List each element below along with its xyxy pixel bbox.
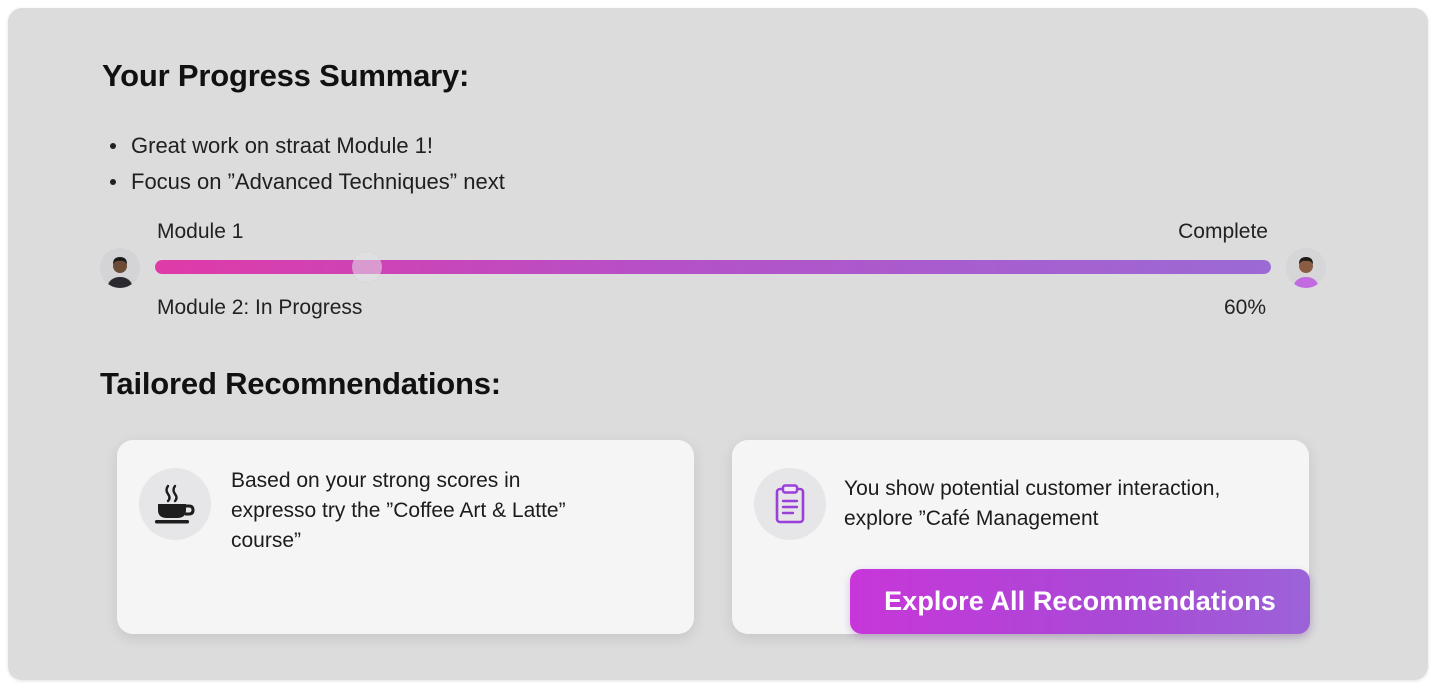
progress-percent: 60%: [1223, 296, 1266, 319]
card-text-line: course”: [231, 529, 302, 552]
card-text: You show potential customer interaction,…: [844, 474, 1220, 534]
card-icon-circle: [139, 468, 211, 540]
card-text-line: expresso try the ”Coffee Art & Latte”: [231, 499, 566, 522]
module-1-label: Module 1: [157, 220, 244, 243]
person-icon: [100, 248, 140, 288]
note-text: Great work on straat Module 1!: [131, 133, 434, 158]
module-2-status: Module 2: In Progress: [157, 296, 363, 319]
card-text-line: Based on your strong scores in: [231, 469, 521, 492]
recommendations-heading: Tailored Recomnendations:: [100, 366, 501, 401]
progress-handle[interactable]: [352, 252, 383, 282]
person-icon: [1286, 248, 1326, 288]
progress-notes-list: Great work on straat Module 1! Focus on …: [110, 128, 505, 200]
explore-all-recommendations-button[interactable]: Explore All Recommendations: [850, 569, 1310, 634]
list-item: Focus on ”Advanced Techniques” next: [110, 164, 505, 200]
avatar-end: [1286, 248, 1326, 288]
card-text-line: You show potential customer interaction,: [844, 477, 1221, 500]
avatar-start: [100, 248, 140, 288]
bullet-dot: [110, 143, 116, 149]
card-icon-circle: [754, 468, 826, 540]
list-item: Great work on straat Module 1!: [110, 128, 505, 164]
coffee-cup-icon: [155, 484, 195, 524]
clipboard-icon: [775, 484, 805, 524]
bullet-dot: [110, 179, 116, 185]
progress-track: [155, 260, 1271, 274]
card-text-line: explore ”Café Management: [844, 507, 1099, 530]
progress-fill: [155, 260, 1271, 274]
recommendation-card[interactable]: Based on your strong scores in expresso …: [117, 440, 694, 634]
note-text: Focus on ”Advanced Techniques” next: [131, 169, 505, 194]
progress-summary-heading: Your Progress Summary:: [102, 58, 470, 93]
complete-label: Complete: [1178, 220, 1268, 243]
card-text: Based on your strong scores in expresso …: [231, 466, 566, 556]
